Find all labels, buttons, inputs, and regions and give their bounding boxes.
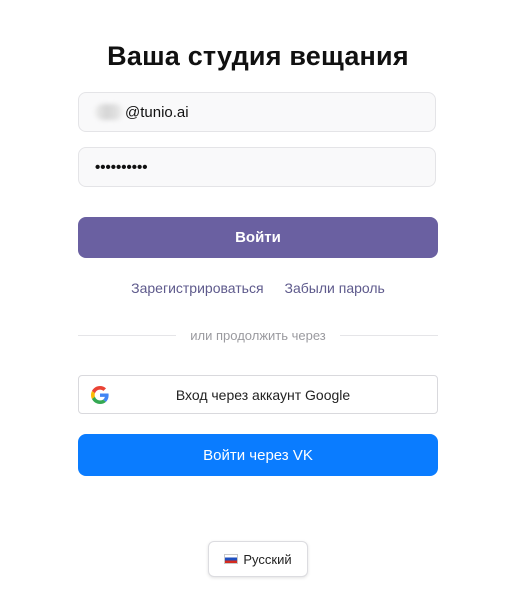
divider-line-left [78, 335, 177, 336]
redacted-email-blur [95, 104, 123, 120]
language-selector[interactable]: Русский [208, 541, 308, 577]
email-value: @tunio.ai [125, 103, 189, 121]
google-icon [91, 386, 109, 404]
page-title: Ваша студия вещания [107, 41, 409, 71]
divider-line-right [339, 335, 439, 336]
password-field[interactable]: •••••••••• [78, 147, 436, 187]
forgot-password-link[interactable]: Забыли пароль [285, 280, 385, 296]
google-login-button[interactable]: Вход через аккаунт Google [78, 375, 438, 414]
register-link[interactable]: Зарегистрироваться [131, 280, 263, 296]
vk-login-button[interactable]: Войти через VK [78, 434, 438, 476]
login-button[interactable]: Войти [78, 217, 438, 258]
russia-flag-icon [224, 554, 239, 564]
google-login-label: Вход через аккаунт Google [175, 386, 351, 403]
email-field[interactable]: @tunio.ai [78, 92, 436, 132]
or-divider: или продолжить через [78, 328, 439, 343]
auth-links: Зарегистрироваться Забыли пароль [0, 280, 516, 296]
language-label: Русский [243, 551, 292, 567]
password-value: •••••••••• [95, 158, 148, 176]
divider-text: или продолжить через [190, 328, 326, 343]
